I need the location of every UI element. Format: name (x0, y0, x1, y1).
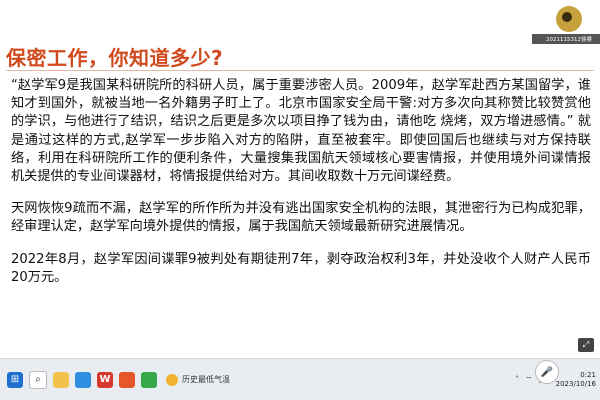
network-icon[interactable]: ⌔ (525, 375, 533, 385)
weather-widget[interactable]: 历史最低气温 (166, 373, 230, 386)
weather-text: 历史最低气温 (182, 375, 230, 384)
paragraph-2: 天网恢恢9疏而不漏，赵学军的所作所为并没有逃出国家安全机构的法眼，其泄密行为已构… (11, 201, 591, 235)
paragraph-1: “赵学军9是我国某科研院所的科研人员，属于重要涉密人员。2009年，赵学军赴西方… (11, 78, 591, 185)
slide-title: 保密工作，你知道多少? (6, 46, 224, 70)
app-icon[interactable] (119, 371, 135, 388)
weather-icon (166, 373, 178, 386)
windows-start-icon[interactable]: ⊞ (7, 371, 23, 388)
presenter-video[interactable]: 20211153​12徐睿 (532, 6, 600, 44)
clock-time: 0:21 (580, 370, 596, 379)
title-divider (6, 70, 594, 71)
presentation-slide: 保密工作，你知道多少? “赵学军9是我国某科研院所的科研人员，属于重要涉密人员。… (0, 0, 600, 358)
search-icon[interactable]: ⌕ (29, 370, 47, 389)
media-icon[interactable] (141, 371, 157, 388)
clock[interactable]: 0:21 2023/10/16 (556, 371, 596, 389)
clock-date: 2023/10/16 (555, 379, 596, 388)
presenter-name: 20211153​12徐睿 (532, 34, 600, 44)
wps-icon[interactable]: W (97, 371, 113, 388)
avatar (556, 6, 582, 32)
expand-icon[interactable]: ⤢ (578, 338, 594, 352)
microphone-icon[interactable]: 🎤 (535, 360, 559, 384)
windows-taskbar: ⊞ ⌕ W 历史最低气温 ˄ ⌔ 英 0:21 2023/10/16 (0, 358, 600, 400)
chevron-up-icon[interactable]: ˄ (515, 375, 519, 384)
file-explorer-icon[interactable] (53, 371, 69, 388)
paragraph-3: 2022年8月，赵学军因间谍罪9被判处有期徒刑7年，剥夺政治权利3年，并处没收个… (11, 251, 591, 285)
browser-icon[interactable] (75, 371, 91, 388)
slide-body: “赵学军9是我国某科研院所的科研人员，属于重要涉密人员。2009年，赵学军赴西方… (11, 77, 591, 287)
